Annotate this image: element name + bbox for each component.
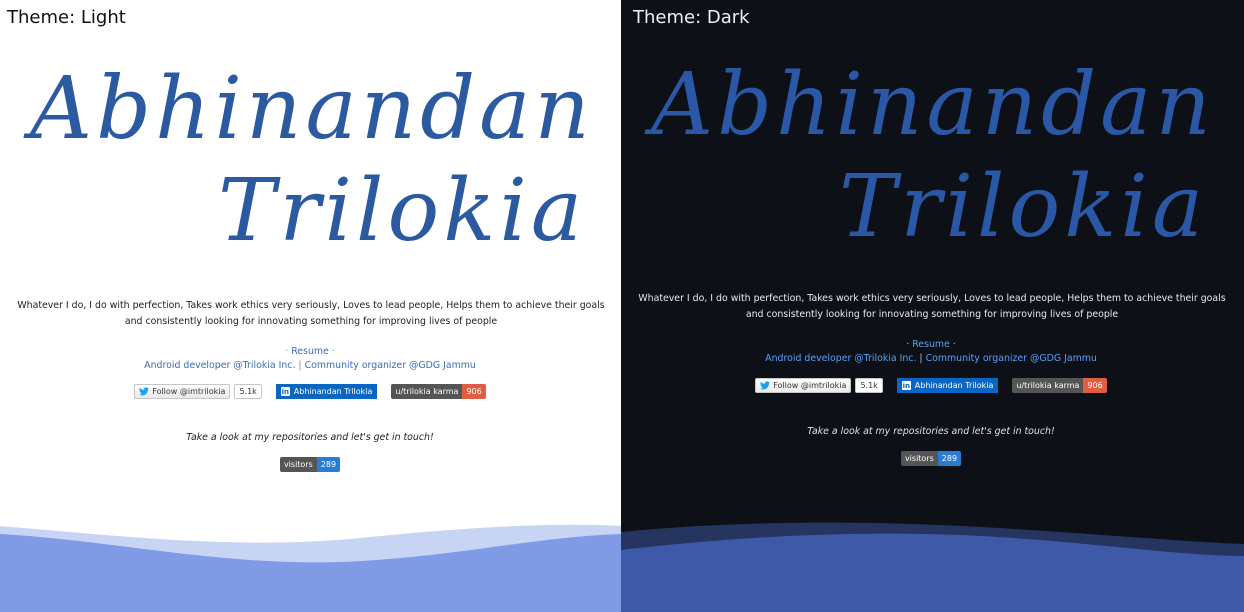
visitors-badge: visitors 289 <box>279 457 341 472</box>
linkedin-icon: in <box>901 381 911 390</box>
reddit-karma-badge[interactable]: u/trilokia karma 906 <box>1012 378 1107 393</box>
bullet-right: · <box>331 346 335 357</box>
twitter-follower-count: 5.1k <box>234 384 262 399</box>
tagline: Take a look at my repositories and let's… <box>186 432 434 443</box>
footer-wave <box>621 522 1244 612</box>
twitter-follow-button[interactable]: Follow @imtrilokia <box>755 378 852 393</box>
linkedin-badge[interactable]: in Abhinandan Trilokia <box>275 384 378 399</box>
theme-label: Theme: Dark <box>633 7 750 28</box>
linkedin-label: Abhinandan Trilokia <box>914 381 994 390</box>
reddit-karma-badge[interactable]: u/trilokia karma 906 <box>391 384 486 399</box>
role-gdg-link[interactable]: Community organizer @GDG Jammu <box>305 360 476 371</box>
name-first: Abhinandan <box>651 55 1215 155</box>
twitter-follower-count: 5.1k <box>855 378 883 393</box>
visitors-value: 289 <box>316 457 341 472</box>
linkedin-icon: in <box>280 387 290 396</box>
resume-line: · Resume · <box>0 345 620 359</box>
social-badges: Follow @imtrilokia 5.1k in Abhinandan Tr… <box>621 378 1241 393</box>
visitors-badge: visitors 289 <box>900 451 962 466</box>
theme-label: Theme: Light <box>7 7 126 28</box>
bio-text: Whatever I do, I do with perfection, Tak… <box>638 293 1226 320</box>
resume-line: · Resume · <box>621 338 1241 352</box>
linkedin-label: Abhinandan Trilokia <box>293 387 373 396</box>
reddit-karma-label: u/trilokia karma <box>391 384 463 399</box>
twitter-follow-label: Follow @imtrilokia <box>152 387 226 396</box>
reddit-karma-value: 906 <box>462 384 486 399</box>
twitter-bird-icon <box>139 387 150 396</box>
dark-theme-panel: Theme: Dark Abhinandan Trilokia Whatever… <box>621 0 1244 612</box>
twitter-follow-button[interactable]: Follow @imtrilokia <box>134 384 231 399</box>
linkedin-badge[interactable]: in Abhinandan Trilokia <box>896 378 999 393</box>
role-gdg-link[interactable]: Community organizer @GDG Jammu <box>926 353 1097 364</box>
name-last: Trilokia <box>218 161 587 261</box>
bullet-left: · <box>285 346 289 357</box>
role-separator: | <box>919 353 923 364</box>
roles-line: Android developer @Trilokia Inc. | Commu… <box>0 359 620 373</box>
bullet-right: · <box>952 339 956 350</box>
resume-link[interactable]: Resume <box>291 346 329 357</box>
twitter-follow-badge[interactable]: Follow @imtrilokia 5.1k <box>134 384 262 399</box>
bio-text: Whatever I do, I do with perfection, Tak… <box>17 300 605 327</box>
visitors-label: visitors <box>900 451 938 466</box>
visitors-row: visitors 289 <box>621 451 1241 466</box>
role-separator: | <box>298 360 302 371</box>
visitors-label: visitors <box>279 457 317 472</box>
visitors-row: visitors 289 <box>0 457 620 472</box>
social-badges: Follow @imtrilokia 5.1k in Abhinandan Tr… <box>0 384 620 399</box>
twitter-follow-badge[interactable]: Follow @imtrilokia 5.1k <box>755 378 883 393</box>
bullet-left: · <box>906 339 910 350</box>
tagline: Take a look at my repositories and let's… <box>807 426 1055 437</box>
role-android-link[interactable]: Android developer @Trilokia Inc. <box>765 353 916 364</box>
roles-line: Android developer @Trilokia Inc. | Commu… <box>621 352 1241 366</box>
reddit-karma-value: 906 <box>1083 378 1107 393</box>
twitter-bird-icon <box>760 381 771 390</box>
footer-wave <box>0 524 622 612</box>
resume-link[interactable]: Resume <box>912 339 950 350</box>
visitors-value: 289 <box>937 451 962 466</box>
name-first: Abhinandan <box>30 59 594 159</box>
reddit-karma-label: u/trilokia karma <box>1012 378 1084 393</box>
twitter-follow-label: Follow @imtrilokia <box>773 381 847 390</box>
name-last: Trilokia <box>839 157 1208 257</box>
role-android-link[interactable]: Android developer @Trilokia Inc. <box>144 360 295 371</box>
light-theme-panel: Theme: Light Abhinandan Trilokia Whateve… <box>0 0 622 612</box>
